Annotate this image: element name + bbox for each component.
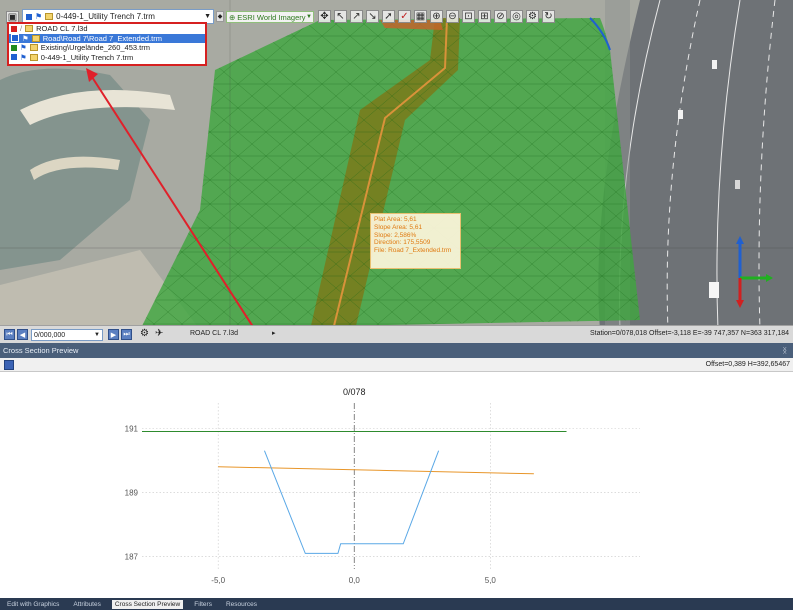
basemap-label: ESRI World Imagery bbox=[237, 12, 306, 22]
file-icon bbox=[29, 53, 38, 61]
surface-tooltip: Plat Area: 5,61 Slope Area: 5,61 Slope: … bbox=[370, 213, 461, 269]
zoom-window-icon[interactable]: ⊡ bbox=[462, 10, 475, 23]
measure-icon[interactable]: ◎ bbox=[510, 10, 523, 23]
layer-option-label: 0-449-1_Utility Trench 7.trm bbox=[40, 52, 134, 62]
pin-icon[interactable]: ✈ bbox=[155, 328, 163, 339]
chevron-down-icon: ▼ bbox=[94, 332, 100, 338]
bottom-tab-bar: Edit with Graphics Attributes Cross Sect… bbox=[0, 598, 793, 610]
map-tools: ✥ ↖ ↗ ↘ ➚ ✓ ▦ ⊕ ⊖ ⊡ ⊞ ⊘ ◎ ⚙ ↻ bbox=[318, 10, 555, 23]
layer-dropdown-list: / ROAD CL 7.l3d ⚑ Road\Road 7\Road 7_Ext… bbox=[7, 22, 207, 66]
save-icon[interactable] bbox=[4, 360, 14, 370]
pin-icon[interactable]: ᛝ bbox=[783, 346, 788, 355]
offset-readout: Offset=0,389 H=392,65467 bbox=[705, 361, 790, 368]
tooltip-slope: Slope: 2,586% bbox=[374, 231, 417, 239]
layer-option[interactable]: / ROAD CL 7.l3d bbox=[9, 24, 205, 34]
file-icon bbox=[45, 13, 54, 20]
x-tick-label: 5,0 bbox=[485, 576, 497, 585]
basemap-dropdown[interactable]: ⊕ ESRI World Imagery ▼ bbox=[226, 11, 314, 23]
layer-combo-value: 0-449-1_Utility Trench 7.trm bbox=[56, 12, 155, 21]
ok-icon[interactable]: ✓ bbox=[398, 10, 411, 23]
chevron-down-icon: ▼ bbox=[306, 14, 312, 20]
layer-color-swatch bbox=[11, 44, 17, 51]
station-value: 0/000,000 bbox=[34, 331, 66, 339]
cross-section-toolbar: Offset=0,389 H=392,65467 bbox=[0, 358, 793, 372]
file-icon bbox=[31, 34, 40, 42]
y-tick-label: 191 bbox=[125, 424, 139, 433]
file-icon bbox=[29, 44, 38, 52]
file-icon bbox=[25, 25, 34, 33]
tab-edit-with-graphics[interactable]: Edit with Graphics bbox=[4, 600, 62, 609]
zoom-out-icon[interactable]: ⊖ bbox=[446, 10, 459, 23]
line-icon: / bbox=[20, 24, 23, 34]
chevron-right-icon[interactable]: ▸ bbox=[272, 329, 276, 337]
select-add-icon[interactable]: ↗ bbox=[350, 10, 363, 23]
select-remove-icon[interactable]: ↘ bbox=[366, 10, 379, 23]
tab-filters[interactable]: Filters bbox=[191, 600, 215, 609]
pan-icon[interactable]: ✥ bbox=[318, 10, 331, 23]
cursor-status: Station=0/078,018 Offset=-3,118 E=-39 74… bbox=[589, 330, 789, 337]
alignment-label: ROAD CL 7.l3d bbox=[190, 330, 238, 337]
layer-option[interactable]: ⚑ Existing\Urgelände_260_453.trm bbox=[9, 43, 205, 53]
tooltip-plat-area: Plat Area: 5,61 bbox=[374, 216, 417, 223]
grid-icon[interactable]: ▦ bbox=[414, 10, 427, 23]
cross-section-panel-title: Cross Section Preview ᛝ bbox=[0, 343, 793, 358]
surface-icon: ⚑ bbox=[20, 43, 27, 53]
zoom-previous-icon[interactable]: ⊘ bbox=[494, 10, 507, 23]
y-tick-label: 189 bbox=[125, 488, 139, 497]
tab-resources[interactable]: Resources bbox=[223, 600, 260, 609]
next-station-icon[interactable]: ▶ bbox=[108, 329, 119, 340]
trench-line bbox=[263, 450, 440, 554]
chevron-down-icon[interactable]: ▼ bbox=[204, 13, 211, 20]
layer-option-label: ROAD CL 7.l3d bbox=[36, 24, 88, 34]
layer-color-swatch bbox=[11, 34, 19, 43]
panel-title: Cross Section Preview bbox=[3, 346, 79, 355]
zoom-extents-icon[interactable]: ⊞ bbox=[478, 10, 491, 23]
layer-visibility-icon: ⚑ bbox=[35, 12, 43, 21]
y-tick-label: 187 bbox=[125, 553, 139, 562]
palette-icon[interactable]: ◆ bbox=[216, 11, 224, 22]
layer-color-swatch bbox=[26, 13, 32, 20]
pointer-icon[interactable]: ➚ bbox=[382, 10, 395, 23]
station-combo[interactable]: 0/000,000 ▼ bbox=[31, 329, 103, 341]
layer-color-swatch bbox=[11, 54, 17, 61]
x-tick-label: -5,0 bbox=[211, 576, 225, 585]
tab-attributes[interactable]: Attributes bbox=[70, 600, 103, 609]
layer-option-label: Existing\Urgelände_260_453.trm bbox=[40, 43, 150, 53]
previous-station-icon[interactable]: ◀ bbox=[17, 329, 28, 340]
layer-option-selected[interactable]: ⚑ Road\Road 7\Road 7_Extended.trm bbox=[9, 33, 205, 43]
zoom-in-icon[interactable]: ⊕ bbox=[430, 10, 443, 23]
rotate-icon[interactable]: ↻ bbox=[542, 10, 555, 23]
settings-icon[interactable]: ⚙ bbox=[526, 10, 539, 23]
tab-cross-section-preview[interactable]: Cross Section Preview bbox=[111, 599, 184, 609]
tooltip-file: File: Road 7_Extended.trm bbox=[374, 247, 452, 255]
station-label: 0/078 bbox=[343, 387, 366, 397]
globe-icon: ⊕ bbox=[229, 12, 236, 22]
design-surface-line bbox=[218, 466, 534, 475]
x-tick-label: 0,0 bbox=[349, 576, 361, 585]
station-navigation-bar: ⏮ ◀ 0/000,000 ▼ ▶ ⏭ ⚙ ✈ ROAD CL 7.l3d ▸ … bbox=[0, 325, 793, 343]
layer-color-swatch bbox=[11, 25, 17, 32]
tooltip-slope-area: Slope Area: 5,61 bbox=[374, 223, 423, 231]
settings-icon[interactable]: ⚙ bbox=[140, 328, 149, 339]
last-station-icon[interactable]: ⏭ bbox=[121, 329, 132, 340]
select-icon[interactable]: ↖ bbox=[334, 10, 347, 23]
layer-option[interactable]: ⚑ 0-449-1_Utility Trench 7.trm bbox=[9, 53, 205, 63]
first-station-icon[interactable]: ⏮ bbox=[4, 329, 15, 340]
surface-icon: ⚑ bbox=[22, 33, 29, 43]
surface-icon: ⚑ bbox=[20, 52, 27, 62]
tooltip-direction: Direction: 175,5509 bbox=[374, 239, 431, 247]
cross-section-svg[interactable]: 0/078 187 189 191 -5,0 0,0 5,0 bbox=[0, 373, 793, 598]
cross-section-chart[interactable]: 0/078 187 189 191 -5,0 0,0 5,0 bbox=[0, 373, 793, 598]
layer-option-label: Road\Road 7\Road 7_Extended.trm bbox=[42, 33, 162, 43]
truck bbox=[709, 282, 719, 298]
